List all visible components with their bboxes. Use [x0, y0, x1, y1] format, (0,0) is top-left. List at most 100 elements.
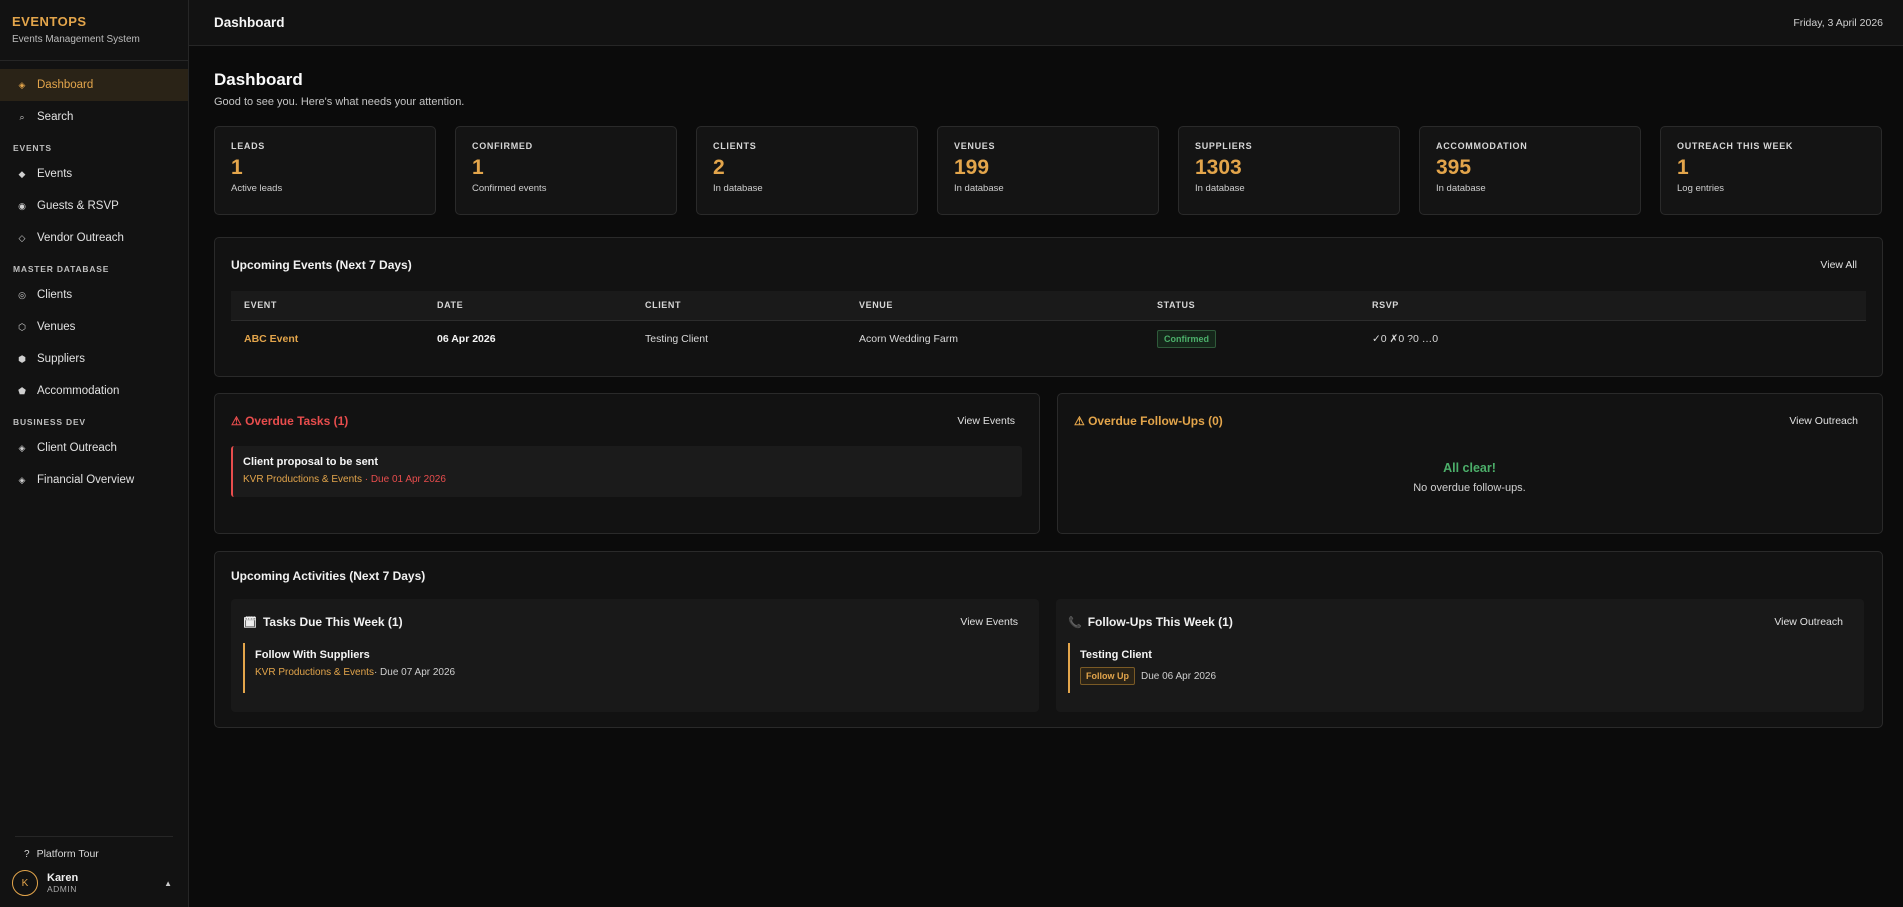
- stat-card-clients[interactable]: CLIENTS 2 In database: [696, 126, 918, 215]
- tasks-due-title: 🗓 Tasks Due This Week (1): [243, 615, 403, 629]
- stat-value: 199: [954, 156, 990, 179]
- hexagon-icon: ⬢: [18, 353, 26, 364]
- overdue-task-item[interactable]: Client proposal to be sent KVR Productio…: [231, 446, 1022, 497]
- stat-label: OUTREACH THIS WEEK: [1677, 141, 1794, 151]
- sidebar-item-events[interactable]: ◆ Events: [0, 158, 188, 190]
- panel-header: ⚠ Overdue Follow-Ups (0) View Outreach: [1074, 414, 1865, 428]
- sidebar-item-label: Vendor Outreach: [37, 232, 124, 244]
- followup-title: Testing Client: [1080, 649, 1152, 661]
- followup-meta: Follow Up Due 06 Apr 2026: [1080, 667, 1848, 685]
- sidebar-item-search[interactable]: ⌕ Search: [0, 101, 188, 133]
- help-icon: ?: [24, 848, 30, 860]
- diamond-outline-icon: ◇: [18, 232, 26, 243]
- sidebar-item-label: Venues: [37, 321, 76, 333]
- diamond-dot-icon: ◈: [18, 474, 26, 485]
- column-header-venue[interactable]: VENUE: [846, 291, 1144, 321]
- event-status-cell: Confirmed: [1144, 320, 1359, 358]
- sidebar-item-dashboard[interactable]: ◈ Dashboard: [0, 69, 188, 101]
- panel-title: Upcoming Activities (Next 7 Days): [231, 569, 426, 583]
- task-meta: KVR Productions & Events · Due 01 Apr 20…: [243, 474, 1012, 485]
- sidebar-item-venues[interactable]: ⬡ Venues: [0, 311, 188, 343]
- empty-state: All clear! No overdue follow-ups.: [1074, 461, 1865, 494]
- column-header-rsvp[interactable]: RSVP: [1359, 291, 1866, 321]
- house-icon: ⬟: [18, 385, 26, 396]
- view-events-link[interactable]: View Events: [960, 616, 1018, 628]
- user-role: ADMIN: [47, 884, 77, 894]
- stat-value: 1: [231, 156, 243, 179]
- stat-card-leads[interactable]: LEADS 1 Active leads: [214, 126, 436, 215]
- sidebar-item-guests-rsvp[interactable]: ◉ Guests & RSVP: [0, 190, 188, 222]
- stat-card-venues[interactable]: VENUES 199 In database: [937, 126, 1159, 215]
- task-item[interactable]: Follow With Suppliers KVR Productions & …: [243, 643, 1023, 693]
- view-all-link[interactable]: View All: [1820, 259, 1857, 271]
- stat-label: CONFIRMED: [472, 141, 533, 151]
- platform-tour-button[interactable]: ? Platform Tour: [12, 841, 176, 867]
- overdue-followups-title: ⚠ Overdue Follow-Ups (0): [1074, 414, 1223, 428]
- user-menu[interactable]: K Karen ADMIN ▲: [12, 867, 176, 907]
- divider: [15, 836, 173, 837]
- sidebar-item-label: Suppliers: [37, 353, 85, 365]
- sidebar-item-label: Guests & RSVP: [37, 200, 119, 212]
- column-header-date[interactable]: DATE: [424, 291, 632, 321]
- column-header-status[interactable]: STATUS: [1144, 291, 1359, 321]
- sidebar-item-vendor-outreach[interactable]: ◇ Vendor Outreach: [0, 222, 188, 254]
- hexagon-outline-icon: ⬡: [18, 321, 26, 332]
- stat-card-outreach[interactable]: OUTREACH THIS WEEK 1 Log entries: [1660, 126, 1882, 215]
- task-meta: KVR Productions & Events · Due 07 Apr 20…: [255, 667, 1023, 678]
- column-header-client[interactable]: CLIENT: [632, 291, 846, 321]
- panel-title: Upcoming Events (Next 7 Days): [231, 258, 412, 272]
- event-name-link[interactable]: ABC Event: [231, 320, 424, 358]
- column-header-event[interactable]: EVENT: [231, 291, 424, 321]
- overdue-tasks-title: ⚠ Overdue Tasks (1): [231, 414, 349, 428]
- stat-sub: In database: [1195, 183, 1245, 194]
- brand-name: EVENTOPS: [12, 14, 87, 29]
- table-header-row: EVENT DATE CLIENT VENUE STATUS RSVP: [231, 291, 1866, 321]
- brand-subtitle: Events Management System: [12, 34, 140, 45]
- view-events-link[interactable]: View Events: [957, 415, 1015, 427]
- topbar: Dashboard Friday, 3 April 2026: [189, 0, 1903, 46]
- stat-card-suppliers[interactable]: SUPPLIERS 1303 In database: [1178, 126, 1400, 215]
- stat-card-accommodation[interactable]: ACCOMMODATION 395 In database: [1419, 126, 1641, 215]
- sidebar-item-suppliers[interactable]: ⬢ Suppliers: [0, 343, 188, 375]
- stats-row: LEADS 1 Active leads CONFIRMED 1 Confirm…: [214, 126, 1883, 215]
- panel-header: 🗓 Tasks Due This Week (1) View Events: [243, 615, 1023, 629]
- tasks-due-box: 🗓 Tasks Due This Week (1) View Events Fo…: [231, 599, 1039, 712]
- task-title: Client proposal to be sent: [243, 456, 379, 468]
- stat-label: ACCOMMODATION: [1436, 141, 1528, 151]
- sidebar-item-label: Client Outreach: [37, 442, 117, 454]
- sidebar-item-label: Search: [37, 111, 74, 123]
- sidebar-item-financial-overview[interactable]: ◈ Financial Overview: [0, 464, 188, 496]
- search-icon: ⌕: [19, 111, 25, 122]
- sidebar-item-accommodation[interactable]: ⬟ Accommodation: [0, 375, 188, 407]
- overdue-tasks-panel: ⚠ Overdue Tasks (1) View Events Client p…: [214, 393, 1040, 534]
- sidebar-item-client-outreach[interactable]: ◈ Client Outreach: [0, 432, 188, 464]
- view-outreach-link[interactable]: View Outreach: [1774, 616, 1843, 628]
- stat-label: LEADS: [231, 141, 266, 151]
- empty-state-title: All clear!: [1443, 461, 1496, 475]
- event-client: Testing Client: [645, 333, 709, 346]
- task-org: KVR Productions & Events: [243, 474, 362, 485]
- followups-week-box: 📞 Follow-Ups This Week (1) View Outreach…: [1056, 599, 1864, 712]
- followup-item[interactable]: Testing Client Follow Up Due 06 Apr 2026: [1068, 643, 1848, 693]
- panel-header: Upcoming Events (Next 7 Days) View All: [231, 258, 1866, 272]
- followups-week-label: Follow-Ups This Week (1): [1087, 615, 1233, 629]
- current-date: Friday, 3 April 2026: [1793, 16, 1883, 29]
- overdue-row: ⚠ Overdue Tasks (1) View Events Client p…: [214, 393, 1883, 534]
- sidebar-item-label: Clients: [37, 289, 73, 301]
- diamond-icon: ◆: [18, 168, 26, 179]
- follow-up-badge: Follow Up: [1080, 667, 1135, 685]
- caret-up-icon[interactable]: ▲: [164, 879, 172, 888]
- brand: EVENTOPS Events Management System: [0, 0, 188, 61]
- calendar-icon: 🗓: [243, 616, 257, 629]
- event-date: 06 Apr 2026: [437, 333, 496, 346]
- view-outreach-link[interactable]: View Outreach: [1789, 415, 1858, 427]
- stat-value: 1: [1677, 156, 1689, 179]
- stat-card-confirmed[interactable]: CONFIRMED 1 Confirmed events: [455, 126, 677, 215]
- table-row[interactable]: ABC Event 06 Apr 2026 Testing Client Aco…: [231, 320, 1866, 358]
- followups-week-title: 📞 Follow-Ups This Week (1): [1068, 615, 1233, 629]
- radio-icon: ◉: [18, 200, 26, 211]
- sidebar-item-label: Dashboard: [37, 79, 94, 91]
- sidebar-item-clients[interactable]: ◎ Clients: [0, 279, 188, 311]
- activities-row: 🗓 Tasks Due This Week (1) View Events Fo…: [231, 599, 1866, 712]
- upcoming-events-table: EVENT DATE CLIENT VENUE STATUS RSVP ABC …: [231, 291, 1866, 358]
